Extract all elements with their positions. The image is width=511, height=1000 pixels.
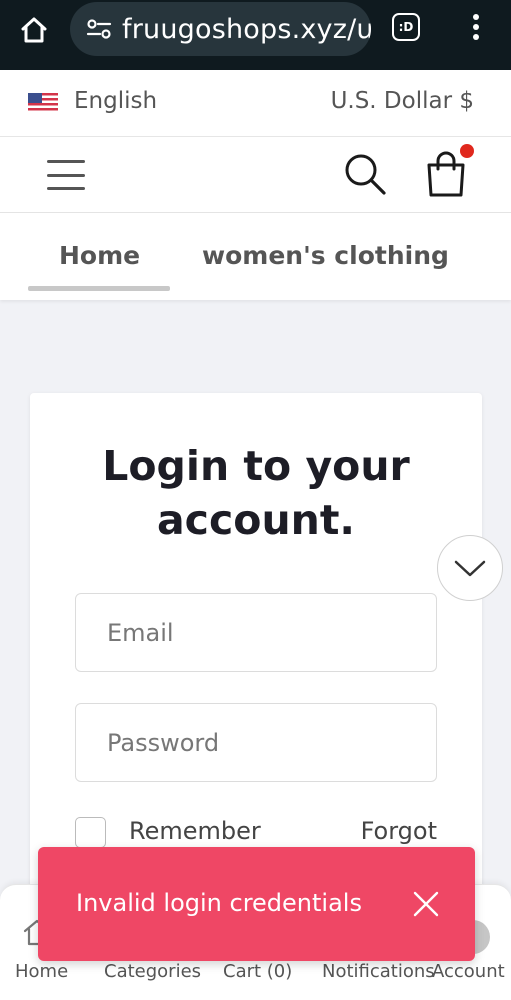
bottom-nav-home[interactable]: Home (15, 961, 68, 982)
cart-badge (460, 144, 474, 158)
toast-message: Invalid login credentials (76, 889, 362, 917)
active-tab-indicator (28, 286, 170, 291)
scroll-down-button[interactable] (437, 535, 503, 601)
us-flag-icon[interactable] (28, 93, 58, 113)
browser-toolbar: fruugoshops.xyz/u :D (0, 0, 511, 70)
shopping-bag-icon[interactable] (424, 149, 468, 199)
category-nav: Home women's clothing (0, 213, 511, 300)
email-field[interactable] (75, 593, 437, 672)
hamburger-icon[interactable] (47, 160, 85, 190)
tab-womens-clothing[interactable]: women's clothing (202, 241, 449, 270)
bottom-nav-categories[interactable]: Categories (104, 961, 201, 982)
site-header (0, 137, 511, 213)
tune-icon[interactable] (84, 14, 114, 44)
extension-icon[interactable]: :D (392, 13, 420, 41)
tab-home[interactable]: Home (59, 241, 140, 270)
address-bar[interactable]: fruugoshops.xyz/u (70, 2, 371, 56)
close-icon[interactable] (411, 889, 441, 919)
page-title: Login to your account. (102, 442, 410, 544)
error-toast: Invalid login credentials (38, 847, 475, 961)
forgot-link[interactable]: Forgot (361, 817, 437, 845)
locale-bar: English U.S. Dollar $ (0, 70, 511, 137)
home-icon (21, 17, 47, 43)
language-selector[interactable]: English (74, 88, 157, 114)
chevron-down-icon (454, 560, 486, 577)
bottom-nav-cart[interactable]: Cart (0) (223, 961, 292, 982)
remember-label[interactable]: Remember (129, 817, 261, 845)
browser-home-button[interactable] (14, 10, 54, 50)
bottom-nav-notifications[interactable]: Notifications (322, 961, 435, 982)
bottom-nav-account[interactable]: Account (432, 961, 505, 982)
password-field[interactable] (75, 703, 437, 782)
search-icon[interactable] (342, 151, 388, 197)
currency-selector[interactable]: U.S. Dollar $ (331, 88, 474, 114)
remember-checkbox[interactable] (75, 817, 106, 848)
url-text[interactable]: fruugoshops.xyz/u (122, 14, 371, 45)
more-vert-icon[interactable] (466, 10, 486, 44)
